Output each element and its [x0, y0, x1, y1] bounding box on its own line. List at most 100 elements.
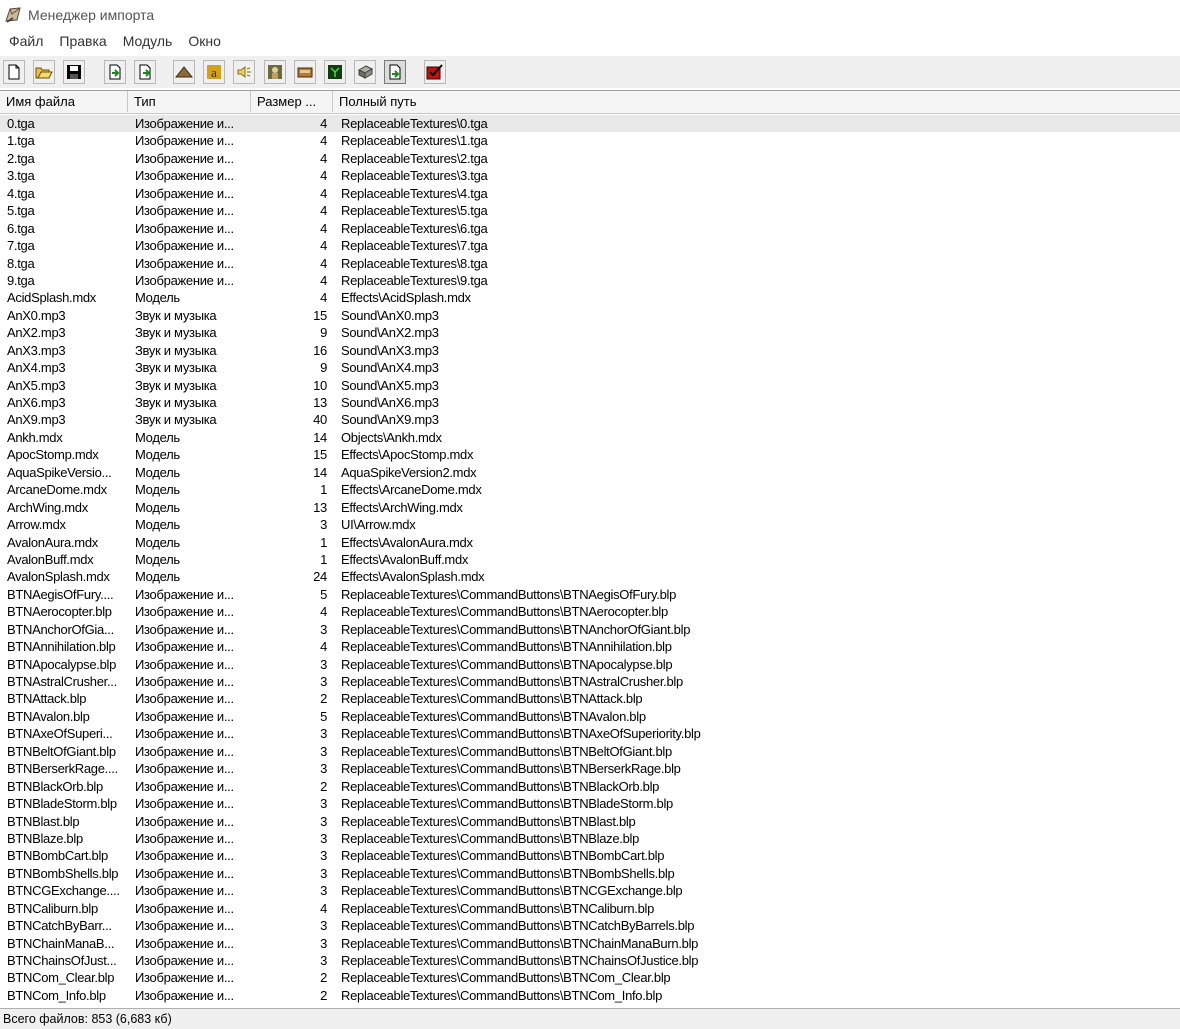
ai-editor-button[interactable] — [324, 60, 346, 84]
cell-filename: BTNAvalon.blp — [7, 708, 90, 724]
table-row[interactable]: Arrow.mdx Модель 3 UI\Arrow.mdx — [0, 516, 1180, 533]
table-row[interactable]: AvalonAura.mdx Модель 1 Effects\AvalonAura.… — [0, 534, 1180, 551]
table-row[interactable]: BTNBeltOfGiant.blp Изображение и... 3 Repla… — [0, 743, 1180, 760]
table-row[interactable]: AnX0.mp3 Звук и музыка 15 Sound\AnX0.mp3 — [0, 307, 1180, 324]
table-row[interactable]: AnX3.mp3 Звук и музыка 16 Sound\AnX3.mp3 — [0, 342, 1180, 359]
cell-type: Изображение и... — [135, 918, 234, 934]
menu-module[interactable]: Модуль — [115, 33, 181, 49]
cell-type: Изображение и... — [135, 848, 234, 864]
column-header-type[interactable]: Тип — [128, 91, 251, 112]
table-row[interactable]: BTNAttack.blp Изображение и... 2 Replaceabl… — [0, 690, 1180, 707]
open-button[interactable] — [33, 60, 55, 84]
save-button[interactable] — [63, 60, 85, 84]
app-icon — [5, 7, 21, 23]
cell-filename: BTNApocalypse.blp — [7, 656, 117, 672]
table-row[interactable]: 0.tga Изображение и... 4 ReplaceableTexture… — [0, 115, 1180, 133]
table-row[interactable]: 3.tga Изображение и... 4 ReplaceableTexture… — [0, 167, 1180, 184]
table-row[interactable]: 6.tga Изображение и... 4 ReplaceableTexture… — [0, 220, 1180, 237]
export-file-button[interactable] — [134, 60, 156, 84]
cell-type: Звук и музыка — [135, 325, 217, 341]
cell-fullpath: ReplaceableTextures\CommandButtons\BTNBe… — [341, 761, 681, 777]
table-row[interactable]: BTNBombShells.blp Изображение и... 3 Replac… — [0, 865, 1180, 882]
table-row[interactable]: 1.tga Изображение и... 4 ReplaceableTexture… — [0, 132, 1180, 149]
menu-window[interactable]: Окно — [180, 33, 229, 49]
new-file-button[interactable] — [3, 60, 25, 84]
ability-editor-button[interactable]: a — [203, 60, 225, 84]
table-row[interactable]: BTNAstralCrusher... Изображение и... 3 Repl… — [0, 673, 1180, 690]
status-bar: Всего файлов: 853 (6,683 кб) — [0, 1008, 1180, 1029]
cell-type: Изображение и... — [135, 743, 234, 759]
cell-size: 4 — [320, 290, 327, 306]
table-row[interactable]: BTNCom_Clear.blp Изображение и... 2 Replace… — [0, 969, 1180, 986]
table-row[interactable]: BTNCaliburn.blp Изображение и... 4 Replacea… — [0, 900, 1180, 917]
sound-editor-button[interactable] — [233, 60, 255, 84]
table-row[interactable]: ArchWing.mdx Модель 13 Effects\ArchWing.mdx — [0, 499, 1180, 516]
table-row[interactable]: BTNAegisOfFury.... Изображение и... 5 Repla… — [0, 586, 1180, 603]
item-icon — [297, 67, 313, 78]
table-row[interactable]: AnX9.mp3 Звук и музыка 40 Sound\AnX9.mp3 — [0, 411, 1180, 428]
table-row[interactable]: BTNBlaze.blp Изображение и... 3 Replaceable… — [0, 830, 1180, 847]
cell-fullpath: ReplaceableTextures\CommandButtons\BTNCh… — [341, 953, 699, 968]
table-row[interactable]: BTNAnchorOfGia... Изображение и... 3 Replac… — [0, 621, 1180, 638]
table-row[interactable]: AnX6.mp3 Звук и музыка 13 Sound\AnX6.mp3 — [0, 394, 1180, 411]
column-header-size[interactable]: Размер ... — [251, 91, 333, 112]
table-row[interactable]: AvalonBuff.mdx Модель 1 Effects\AvalonBuff.… — [0, 551, 1180, 568]
cell-size: 15 — [313, 447, 327, 463]
cell-type: Модель — [135, 569, 180, 585]
table-row[interactable]: BTNChainManaB... Изображение и... 3 Replace… — [0, 935, 1180, 952]
table-row[interactable]: BTNBlast.blp Изображение и... 3 Replaceable… — [0, 813, 1180, 830]
cell-filename: BTNAnchorOfGia... — [7, 621, 114, 637]
table-row[interactable]: AnX5.mp3 Звук и музыка 10 Sound\AnX5.mp3 — [0, 377, 1180, 394]
unit-editor-button[interactable] — [264, 60, 286, 84]
table-row[interactable]: 9.tga Изображение и... 4 ReplaceableTexture… — [0, 272, 1180, 289]
table-row[interactable]: 2.tga Изображение и... 4 ReplaceableTexture… — [0, 150, 1180, 167]
cell-fullpath: ReplaceableTextures\CommandButtons\BTNAt… — [341, 691, 643, 707]
test-map-button[interactable] — [424, 60, 446, 84]
menu-edit[interactable]: Правка — [51, 33, 114, 49]
item-editor-button[interactable] — [294, 60, 316, 84]
table-row[interactable]: BTNBlackOrb.blp Изображение и... 2 Replacea… — [0, 778, 1180, 795]
table-row[interactable]: BTNAnnihilation.blp Изображение и... 4 Repl… — [0, 638, 1180, 655]
cell-fullpath: ReplaceableTextures\CommandButtons\BTNAv… — [341, 708, 646, 724]
table-row[interactable]: ArcaneDome.mdx Модель 1 Effects\ArcaneDome.… — [0, 481, 1180, 498]
table-row[interactable]: Ankh.mdx Модель 14 Objects\Ankh.mdx — [0, 429, 1180, 446]
file-list[interactable]: Имя файла Тип Размер ... Полный путь 0.t… — [0, 90, 1180, 1008]
table-row[interactable]: AcidSplash.mdx Модель 4 Effects\AcidSplash.… — [0, 289, 1180, 306]
table-row[interactable]: 8.tga Изображение и... 4 ReplaceableTexture… — [0, 255, 1180, 272]
terrain-editor-button[interactable] — [173, 60, 195, 84]
import-file-button[interactable] — [104, 60, 126, 84]
object-editor-button[interactable] — [354, 60, 376, 84]
cell-type: Изображение и... — [135, 883, 234, 899]
table-row[interactable]: 5.tga Изображение и... 4 ReplaceableTexture… — [0, 202, 1180, 219]
table-row[interactable]: AvalonSplash.mdx Модель 24 Effects\AvalonSp… — [0, 568, 1180, 585]
cell-type: Модель — [135, 447, 180, 463]
table-row[interactable]: AnX4.mp3 Звук и музыка 9 Sound\AnX4.mp3 — [0, 359, 1180, 376]
table-row[interactable]: AnX2.mp3 Звук и музыка 9 Sound\AnX2.mp3 — [0, 324, 1180, 341]
table-row[interactable]: BTNChainsOfJust... Изображение и... 3 Repla… — [0, 952, 1180, 969]
table-row[interactable]: AquaSpikeVersio... Модель 14 AquaSpikeVersi… — [0, 464, 1180, 481]
table-row[interactable]: 4.tga Изображение и... 4 ReplaceableTexture… — [0, 185, 1180, 202]
menu-file[interactable]: Файл — [0, 33, 51, 49]
table-row[interactable]: 7.tga Изображение и... 4 ReplaceableTexture… — [0, 237, 1180, 254]
cell-size: 2 — [320, 970, 327, 986]
cell-size: 10 — [313, 377, 327, 393]
column-header-filename[interactable]: Имя файла — [0, 91, 128, 112]
cell-fullpath: ReplaceableTextures\1.tga — [341, 133, 488, 149]
import-manager-button[interactable] — [384, 60, 406, 84]
table-row[interactable]: BTNCGExchange.... Изображение и... 3 Replac… — [0, 882, 1180, 899]
table-row[interactable]: BTNAxeOfSuperi... Изображение и... 3 Replac… — [0, 725, 1180, 742]
column-header-fullpath[interactable]: Полный путь — [333, 91, 1180, 112]
cell-filename: BTNAerocopter.blp — [7, 604, 112, 620]
table-row[interactable]: BTNCom_Info.blp Изображение и... 2 Replacea… — [0, 987, 1180, 1004]
table-row[interactable]: ApocStomp.mdx Модель 15 Effects\ApocStomp.m… — [0, 446, 1180, 463]
table-row[interactable]: BTNAerocopter.blp Изображение и... 4 Replac… — [0, 603, 1180, 620]
cell-fullpath: ReplaceableTextures\CommandButtons\BTNBe… — [341, 743, 672, 759]
cell-size: 4 — [320, 639, 327, 655]
table-row[interactable]: BTNAvalon.blp Изображение и... 5 Replaceabl… — [0, 708, 1180, 725]
table-row[interactable]: BTNBombCart.blp Изображение и... 3 Replacea… — [0, 847, 1180, 864]
object-icon — [357, 65, 373, 79]
table-row[interactable]: BTNBladeStorm.blp Изображение и... 3 Replac… — [0, 795, 1180, 812]
table-row[interactable]: BTNBerserkRage.... Изображение и... 3 Repla… — [0, 760, 1180, 777]
table-row[interactable]: BTNApocalypse.blp Изображение и... 3 Replac… — [0, 656, 1180, 673]
table-row[interactable]: BTNCatchByBarr... Изображение и... 3 Replac… — [0, 917, 1180, 934]
